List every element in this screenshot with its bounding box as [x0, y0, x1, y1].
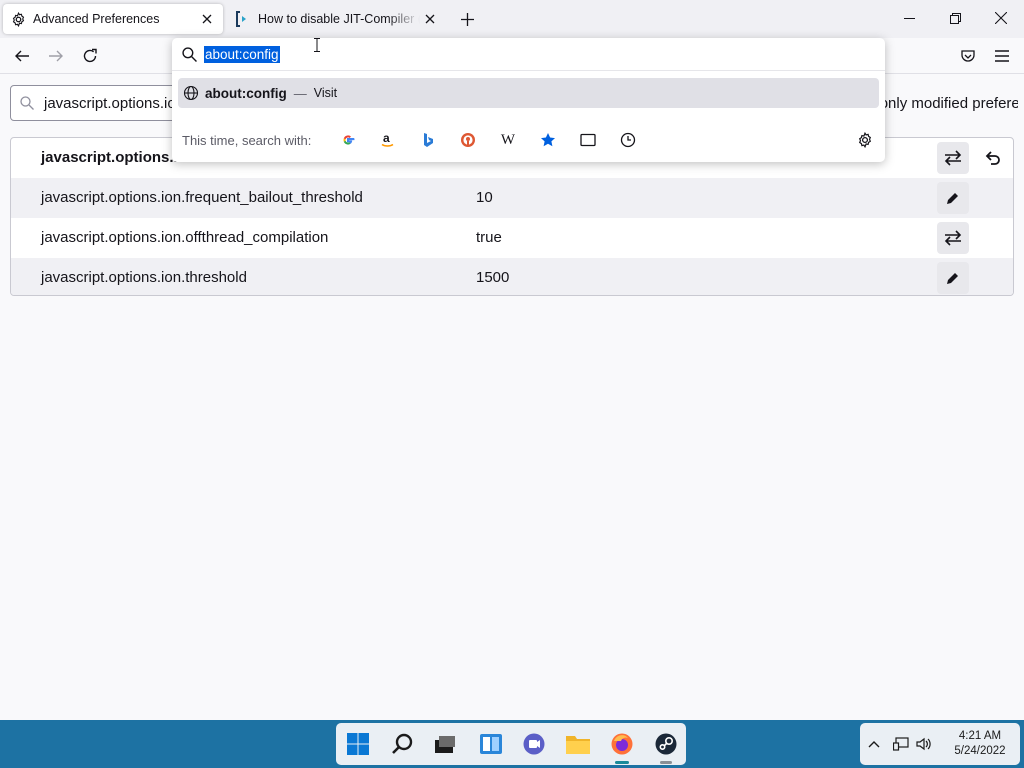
tab-jit-compiler-article[interactable]: How to disable JIT-Compiler (Ju [228, 4, 446, 34]
preference-name: javascript.options.ion.frequent_bailout_… [41, 189, 363, 206]
system-tray: 4:21 AM 5/24/2022 [860, 723, 1020, 765]
preference-name: javascript.options.ion.threshold [41, 269, 247, 286]
undo-arrow-icon [985, 151, 1000, 165]
widgets-icon[interactable] [478, 731, 504, 757]
preference-search-value: javascript.options.ion [44, 94, 185, 112]
chevron-up-icon[interactable] [866, 736, 882, 752]
close-tab-icon[interactable] [420, 9, 440, 29]
menu-hamburger-icon[interactable] [988, 42, 1016, 70]
suggestion-title: about:config [205, 85, 287, 101]
teams-chat-icon[interactable] [521, 731, 547, 757]
table-row[interactable]: javascript.options.ion.offthread_compila… [11, 218, 1013, 258]
taskbar-apps [336, 723, 686, 765]
bing-icon[interactable] [419, 131, 437, 149]
edit-button[interactable] [937, 262, 969, 294]
pencil-icon [947, 273, 958, 284]
toggle-arrows-icon [944, 230, 962, 246]
search-icon [20, 96, 36, 110]
back-arrow-icon[interactable] [8, 42, 36, 70]
urlbar-dropdown: about:config about:config — Visit This t… [172, 38, 885, 162]
preference-value: 10 [476, 189, 493, 206]
forward-arrow-icon[interactable] [42, 42, 70, 70]
site-favicon-icon [235, 11, 251, 27]
google-icon[interactable] [339, 131, 357, 149]
preference-search-input[interactable]: javascript.options.ion [10, 85, 190, 121]
pocket-icon[interactable] [954, 42, 982, 70]
tab-title: How to disable JIT-Compiler (Ju [258, 12, 420, 26]
wikipedia-icon[interactable]: W [499, 131, 517, 149]
one-off-search-row: This time, search with: a W [172, 124, 885, 156]
url-suggestion-row[interactable]: about:config — Visit [178, 78, 879, 108]
one-off-label: This time, search with: [182, 132, 312, 148]
preference-name: javascript.options.ion.offthread_compila… [41, 229, 329, 246]
suggestion-separator: — [293, 85, 307, 101]
preference-value: 1500 [476, 269, 510, 286]
restore-window-icon[interactable] [932, 0, 978, 36]
minimize-window-icon[interactable] [886, 0, 932, 36]
edit-button[interactable] [937, 182, 969, 214]
network-icon[interactable] [893, 736, 909, 752]
firefox-icon[interactable] [609, 731, 635, 764]
url-input[interactable]: about:config [172, 38, 885, 71]
volume-icon[interactable] [916, 736, 932, 752]
gear-icon [10, 11, 26, 27]
show-modified-label[interactable]: Show only modified preferences [878, 95, 1018, 112]
duckduckgo-icon[interactable] [459, 131, 477, 149]
clock-date: 5/24/2022 [954, 745, 1006, 757]
windows-taskbar: 4:21 AM 5/24/2022 [0, 720, 1024, 768]
search-settings-gear-icon[interactable] [856, 131, 874, 149]
running-indicator [660, 761, 672, 764]
running-indicator [615, 761, 629, 764]
new-tab-plus-icon[interactable] [457, 9, 477, 29]
tab-title: Advanced Preferences [33, 12, 160, 26]
preference-value: true [476, 229, 502, 246]
suggestion-action: Visit [313, 86, 338, 100]
windows-start-icon[interactable] [345, 731, 371, 757]
close-tab-icon[interactable] [197, 9, 217, 29]
reset-button[interactable] [977, 142, 1009, 174]
toggle-button[interactable] [937, 142, 969, 174]
bookmarks-star-icon[interactable] [539, 131, 557, 149]
text-cursor-icon [313, 38, 321, 57]
taskbar-clock[interactable]: 4:21 AM 5/24/2022 [945, 729, 1015, 759]
url-selected-text: about:config [204, 45, 280, 63]
search-icon[interactable] [390, 731, 416, 757]
clock-time: 4:21 AM [958, 730, 1002, 742]
about-config-page: javascript.options.ion Show only modifie… [0, 75, 1024, 720]
globe-icon [183, 85, 199, 101]
tabs-icon[interactable] [579, 131, 597, 149]
svg-text:a: a [383, 132, 390, 145]
toggle-button[interactable] [937, 222, 969, 254]
task-view-icon[interactable] [432, 731, 458, 757]
close-window-icon[interactable] [978, 0, 1024, 36]
pencil-icon [947, 193, 958, 204]
amazon-icon[interactable]: a [379, 131, 397, 149]
file-explorer-icon[interactable] [565, 731, 591, 757]
table-row[interactable]: javascript.options.ion.threshold 1500 [11, 258, 1013, 295]
table-row[interactable]: javascript.options.ion.frequent_bailout_… [11, 178, 1013, 218]
steam-icon[interactable] [653, 731, 679, 764]
tab-strip: Advanced Preferences How to disable JIT-… [0, 0, 1024, 38]
history-clock-icon[interactable] [619, 131, 637, 149]
tab-advanced-preferences[interactable]: Advanced Preferences [3, 4, 223, 34]
reload-icon[interactable] [76, 42, 104, 70]
toggle-arrows-icon [944, 150, 962, 166]
search-icon [182, 46, 197, 62]
